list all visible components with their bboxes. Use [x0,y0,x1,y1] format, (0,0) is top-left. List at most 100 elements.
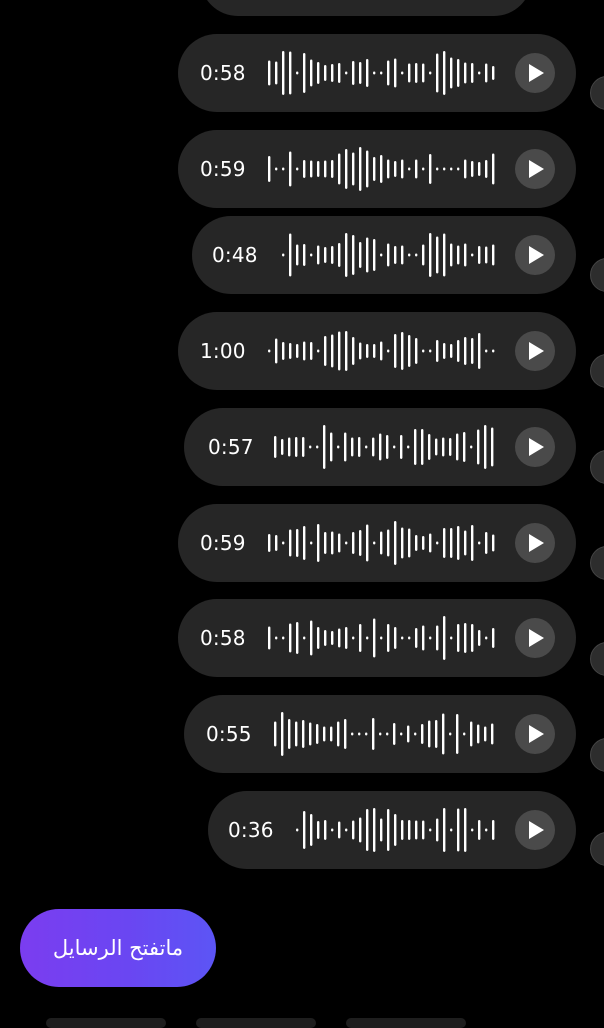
waveform-bar [436,236,439,274]
waveform-bar [359,624,362,652]
voice-message[interactable]: 0:59 [178,130,576,208]
waveform-bar [289,343,292,359]
voice-message[interactable]: 1:00 [178,312,576,390]
waveform-bar [373,618,376,658]
waveform-bar [394,161,397,177]
waveform-bar [303,636,306,640]
waveform-bar [457,526,460,560]
sender-avatar [590,832,604,866]
waveform-bar [317,62,320,84]
play-button[interactable] [515,331,555,371]
waveform-bar [478,71,481,75]
waveform-bar [470,721,473,747]
voice-message[interactable]: 0:48 [192,216,576,294]
waveform-bar [401,71,404,75]
waveform-bar [351,437,354,457]
play-button[interactable] [515,714,555,754]
waveform-bar [365,732,368,736]
waveform-bar [352,820,355,840]
voice-message[interactable]: 0:58 [178,34,576,112]
waveform-bar [401,636,404,640]
waveform-bar [457,245,460,265]
waveform-bar [478,541,481,545]
waveform-bar [442,713,445,755]
waveform-bar [428,434,431,460]
waveform-bar [408,253,411,257]
waveform-bar [492,820,495,840]
waveform-bar [422,820,425,840]
waveform-bar [492,628,495,648]
waveform-bar [296,244,299,266]
waveform-bar [352,636,355,640]
play-button[interactable] [515,810,555,850]
voice-duration: 0:36 [228,818,274,842]
waveform-bar [345,541,348,545]
waveform-bar [457,167,460,171]
waveform-bar [373,808,376,852]
waveform-bar [317,349,320,353]
waveform-bar [379,433,382,461]
waveform [274,425,494,469]
waveform-bar [422,63,425,83]
waveform-bar [443,343,446,359]
waveform-bar [415,628,418,648]
waveform-bar [372,718,375,750]
play-icon [529,629,544,647]
waveform-bar [485,532,488,554]
waveform-bar [317,524,320,562]
play-button[interactable] [515,149,555,189]
waveform-bar [324,160,327,178]
waveform-bar [422,536,425,550]
waveform-bar [443,167,446,171]
waveform-bar [324,336,327,366]
play-button[interactable] [515,235,555,275]
waveform-bar [282,51,285,95]
waveform-bar [408,335,411,367]
voice-message[interactable]: 0:58 [178,599,576,677]
waveform-bar [338,331,341,371]
waveform-bar [422,244,425,266]
waveform-bar [380,636,383,640]
waveform-bar [422,349,425,353]
waveform-bar [316,445,319,449]
waveform-bar [359,342,362,360]
waveform-bar [401,245,404,265]
waveform-bar [295,721,298,747]
play-button[interactable] [515,618,555,658]
waveform [282,233,495,277]
play-icon [529,438,544,456]
waveform-bar [463,432,466,462]
play-button[interactable] [515,53,555,93]
voice-message[interactable]: 0:55 [184,695,576,773]
waveform-bar [450,57,453,89]
waveform-bar [268,60,271,86]
waveform-bar [443,616,446,660]
play-icon [529,64,544,82]
waveform-bar [457,808,460,852]
waveform-bar [352,532,355,554]
waveform-bar [415,63,418,83]
waveform-bar [330,432,333,462]
waveform-bar [344,432,347,462]
waveform-bar [373,157,376,181]
voice-message[interactable]: 0:59 [178,504,576,582]
received-message-bubble[interactable]: ماتفتح الرسايل [20,909,216,987]
waveform-bar [379,732,382,736]
waveform-bar [352,337,355,365]
waveform-bar [435,720,438,748]
play-icon [529,160,544,178]
waveform-bar [450,828,453,832]
waveform-bar [268,349,271,353]
waveform-bar [268,534,271,552]
waveform-bar [274,721,277,747]
voice-message[interactable]: 0:57 [184,408,576,486]
waveform-bar [443,233,446,277]
play-button[interactable] [515,427,555,467]
play-button[interactable] [515,523,555,563]
play-icon [529,725,544,743]
waveform-bar [387,159,390,179]
voice-message[interactable]: 0:36 [208,791,576,869]
waveform-bar [450,528,453,558]
waveform-bar [274,436,277,458]
waveform-bar [275,167,278,171]
